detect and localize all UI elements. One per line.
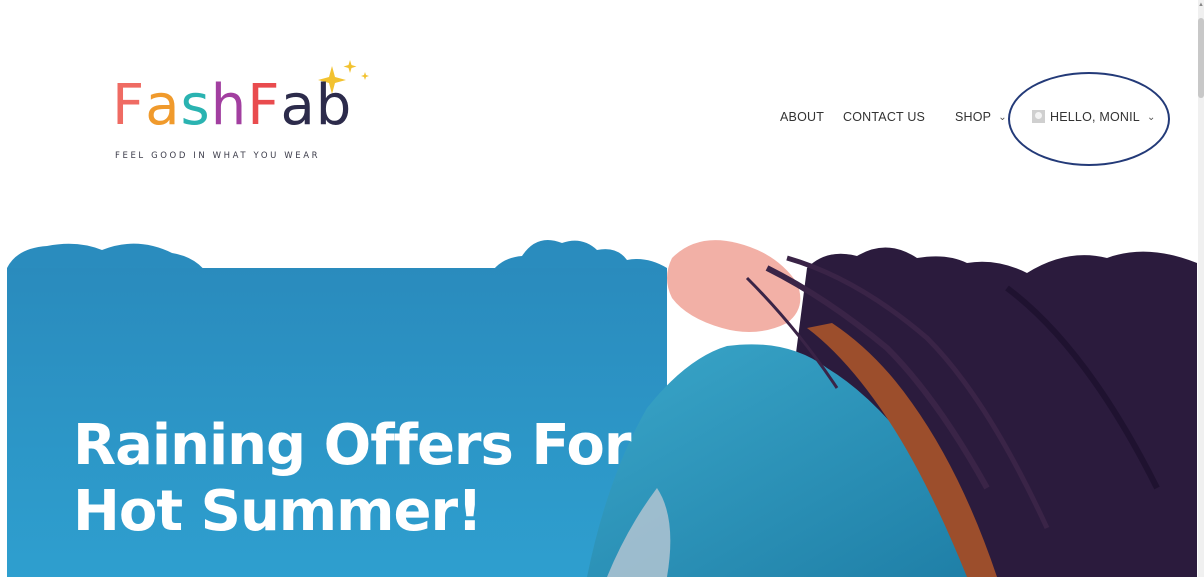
scroll-up-icon[interactable]: ▲ (1198, 2, 1204, 12)
logo-letter: h (210, 73, 248, 138)
logo-letter: F (112, 73, 146, 138)
nav-shop[interactable]: SHOP ⌄ (955, 110, 1007, 124)
chevron-down-icon: ⌄ (998, 112, 1007, 123)
site-header: FashFab FEEL GOOD IN WHAT YOU WEAR ABOUT… (0, 0, 1204, 228)
logo-tagline: FEEL GOOD IN WHAT YOU WEAR (115, 151, 321, 161)
site-logo[interactable]: FashFab FEEL GOOD IN WHAT YOU WEAR (112, 58, 382, 168)
logo-letter: a (145, 73, 181, 138)
hero-title-line-2: Hot Summer! (73, 479, 483, 544)
logo-letter: b (315, 73, 353, 138)
logo-letter: s (180, 73, 211, 138)
hero-title-line-1: Raining Offers For (73, 413, 631, 478)
nav-contact-us[interactable]: CONTACT US (843, 110, 925, 124)
avatar-icon (1032, 110, 1045, 123)
scrollbar[interactable]: ▲ (1198, 0, 1204, 577)
nav-user-menu[interactable]: HELLO, MONIL ⌄ (1032, 110, 1156, 124)
logo-letter: a (280, 73, 316, 138)
hero-title: Raining Offers For Hot Summer! (73, 413, 631, 545)
hero-banner: Raining Offers For Hot Summer! (7, 228, 1197, 577)
scrollbar-thumb[interactable] (1198, 18, 1204, 98)
nav-shop-label: SHOP (955, 110, 992, 124)
logo-wordmark: FashFab (112, 78, 352, 134)
nav-user-label: HELLO, MONIL (1050, 110, 1140, 124)
chevron-down-icon: ⌄ (1146, 112, 1156, 123)
nav-about[interactable]: ABOUT (780, 110, 824, 124)
logo-letter: F (247, 73, 281, 138)
